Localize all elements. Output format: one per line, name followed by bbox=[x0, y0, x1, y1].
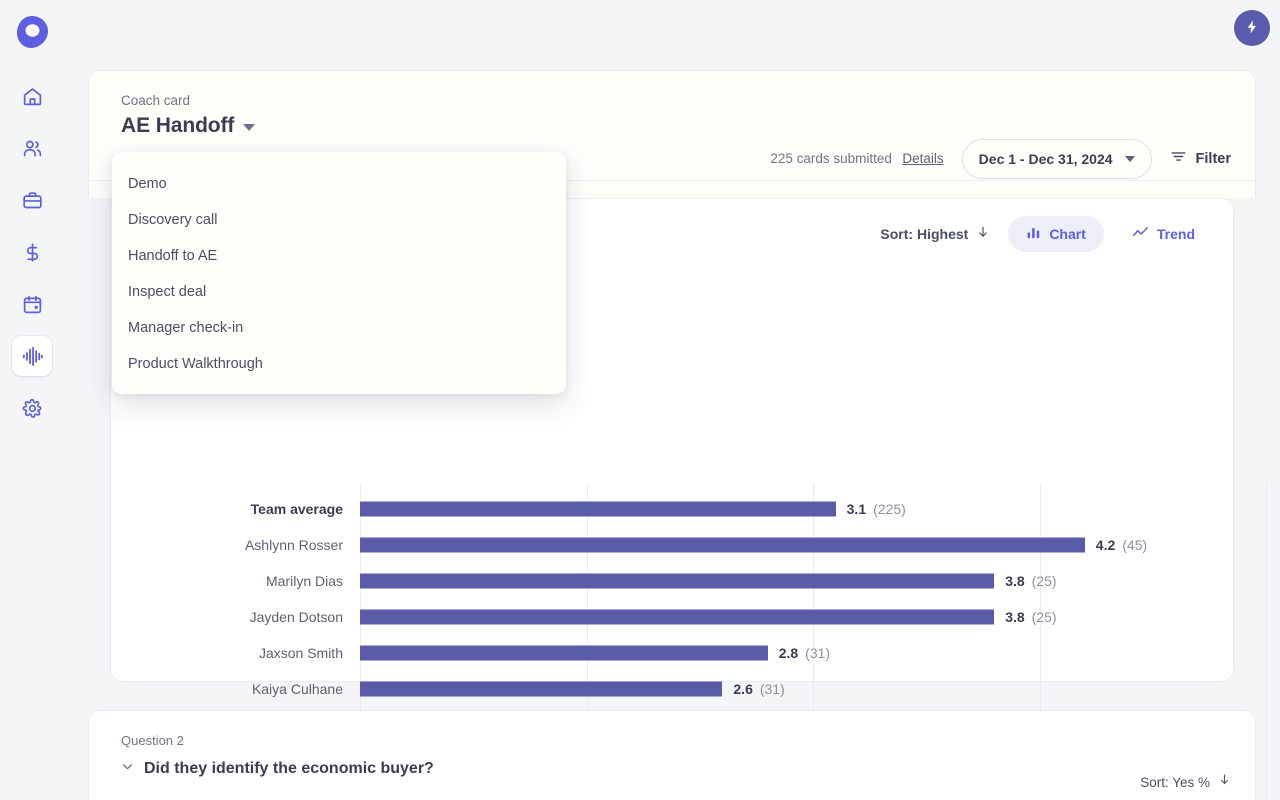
chart-bar-value-count: (25) bbox=[1031, 609, 1057, 625]
brand-logo-icon[interactable] bbox=[10, 10, 54, 54]
dropdown-item[interactable]: Discovery call bbox=[112, 202, 566, 238]
dropdown-item-label: Product Walkthrough bbox=[128, 356, 263, 372]
filter-label: Filter bbox=[1195, 151, 1231, 167]
question2-sort-label: Sort: Yes % bbox=[1140, 774, 1210, 790]
chart-bar[interactable] bbox=[360, 573, 995, 589]
chart-bar-value: 2.8 (31) bbox=[779, 645, 830, 661]
chart-row-label: Ashlynn Rosser bbox=[244, 537, 343, 553]
sidebar-item-calendar[interactable] bbox=[12, 284, 52, 324]
dropdown-item-label: Inspect deal bbox=[128, 284, 207, 300]
dropdown-item-label: Manager check-in bbox=[128, 320, 244, 336]
calendar-icon bbox=[22, 294, 43, 315]
coach-card-dropdown[interactable]: Demo Discovery call Handoff to AE Inspect d… bbox=[112, 152, 566, 394]
chart-bar-value-number: 2.6 bbox=[733, 681, 753, 697]
sidebar-item-coaching[interactable] bbox=[12, 336, 52, 376]
chart-bar-value-count: (31) bbox=[759, 681, 785, 697]
chart-bar-value-number: 3.8 bbox=[1005, 609, 1025, 625]
sidebar-item-settings[interactable] bbox=[12, 388, 52, 428]
sidebar-item-people[interactable] bbox=[12, 128, 52, 168]
chart-row-label: Jaxson Smith bbox=[258, 645, 343, 661]
app-root: Coach card AE Handoff 225 cards submitte… bbox=[0, 0, 1280, 800]
dropdown-item[interactable]: Inspect deal bbox=[112, 274, 566, 310]
chart-bar[interactable] bbox=[360, 645, 768, 661]
filter-icon bbox=[1170, 148, 1187, 170]
chart-bar-value: 3.8 (25) bbox=[1005, 609, 1056, 625]
dollar-icon bbox=[22, 242, 43, 263]
chevron-down-icon bbox=[243, 124, 256, 131]
waveform-icon bbox=[21, 345, 44, 368]
chart-bar-value-count: (45) bbox=[1122, 537, 1148, 553]
chevron-down-icon bbox=[1124, 156, 1135, 162]
chart-bar-value-count: (25) bbox=[1031, 573, 1057, 589]
chart-bar-value-count: (31) bbox=[805, 645, 831, 661]
chart-row: Jayden Dotson 3.8 (25) bbox=[111, 599, 1277, 635]
dropdown-list: Demo Discovery call Handoff to AE Inspect d… bbox=[112, 166, 566, 382]
chart-row-label: Marilyn Dias bbox=[265, 573, 343, 589]
date-range-selector[interactable]: Dec 1 - Dec 31, 2024 bbox=[961, 139, 1152, 179]
sidebar-item-home[interactable] bbox=[12, 76, 52, 116]
chart-bar-value: 3.8 (25) bbox=[1005, 573, 1056, 589]
date-range-value: Dec 1 - Dec 31, 2024 bbox=[978, 151, 1113, 167]
chart-bar-value-number: 3.1 bbox=[846, 501, 867, 517]
chart-bar-value: 4.2 (45) bbox=[1096, 537, 1147, 553]
chart-bar-value-count: (225) bbox=[873, 501, 906, 517]
sidebar-nav bbox=[12, 76, 52, 428]
chart-bar[interactable] bbox=[360, 537, 1085, 553]
chart-bar-value-number: 3.8 bbox=[1005, 573, 1025, 589]
chart-bar-value: 2.6 (31) bbox=[733, 681, 784, 697]
chart-bar-value-number: 2.8 bbox=[778, 645, 799, 661]
question2-title: Did they identify the economic buyer? bbox=[144, 760, 434, 777]
chart-row: Marilyn Dias 3.8 (25) bbox=[111, 563, 1277, 599]
chevron-down-icon bbox=[121, 760, 134, 778]
sidebar-item-revenue[interactable] bbox=[12, 232, 52, 272]
dropdown-item-label: Handoff to AE bbox=[128, 248, 218, 264]
chart-bar[interactable] bbox=[360, 501, 836, 517]
chart-row: Ashlynn Rosser 4.2 (45) bbox=[111, 527, 1277, 563]
chart-bar-value-number: 4.2 bbox=[1095, 537, 1116, 553]
header-actions: 225 cards submitted Details Dec 1 - Dec … bbox=[770, 139, 1231, 179]
dropdown-item[interactable]: Manager check-in bbox=[112, 310, 566, 346]
question2-label: Question 2 bbox=[121, 733, 184, 748]
chart-bar[interactable] bbox=[360, 681, 723, 697]
lightning-bolt-icon bbox=[1244, 19, 1260, 38]
question2-sort-button[interactable]: Sort: Yes % bbox=[1140, 773, 1231, 791]
chart-bar[interactable] bbox=[360, 609, 995, 625]
chart-row-label: Jayden Dotson bbox=[249, 609, 343, 625]
dropdown-item-label: Discovery call bbox=[128, 212, 218, 228]
cards-submitted-count: 225 cards submitted bbox=[770, 151, 892, 166]
home-icon bbox=[22, 86, 43, 107]
dropdown-item[interactable]: Handoff to AE bbox=[112, 238, 566, 274]
dropdown-item[interactable]: Product Walkthrough bbox=[112, 346, 566, 382]
sidebar bbox=[0, 0, 64, 800]
coach-card-label: Coach card bbox=[121, 93, 191, 108]
sidebar-item-deals[interactable] bbox=[12, 180, 52, 220]
chart-row: Kaiya Culhane 2.6 (31) bbox=[111, 671, 1277, 707]
chart-row-label: Kaiya Culhane bbox=[251, 681, 343, 697]
dropdown-item-label: Demo bbox=[128, 176, 167, 192]
gear-icon bbox=[22, 398, 43, 419]
details-link[interactable]: Details bbox=[902, 151, 943, 166]
chart-row: Jaxson Smith 2.8 (31) bbox=[111, 635, 1277, 671]
coach-card-selector[interactable]: AE Handoff bbox=[121, 114, 1231, 138]
question2-card: Question 2 Did they identify the economi… bbox=[88, 710, 1256, 800]
chart-row: Team average 3.1 (225) bbox=[111, 491, 1277, 527]
people-icon bbox=[22, 138, 43, 159]
arrow-down-icon bbox=[1218, 773, 1231, 791]
briefcase-icon bbox=[22, 190, 43, 211]
chart-bar-value: 3.1 (225) bbox=[847, 501, 906, 517]
cards-submitted-group: 225 cards submitted Details bbox=[770, 150, 943, 168]
filter-button[interactable]: Filter bbox=[1170, 148, 1231, 170]
question2-header[interactable]: Did they identify the economic buyer? bbox=[121, 760, 1231, 778]
quick-action-button[interactable] bbox=[1234, 10, 1270, 46]
chart-row-label: Team average bbox=[250, 501, 343, 517]
page-title: AE Handoff bbox=[121, 114, 235, 137]
dropdown-item[interactable]: Demo bbox=[112, 166, 566, 202]
